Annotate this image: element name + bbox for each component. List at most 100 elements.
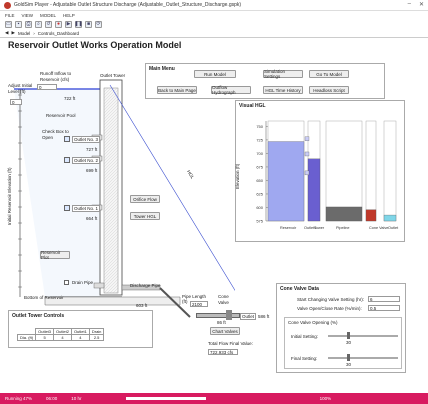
orifice-flow-button[interactable]: Orifice Flow [130,195,160,203]
initial-slider-thumb[interactable] [347,332,350,339]
play-icon[interactable]: ▶ [65,20,72,28]
headloss-script-button[interactable]: Headloss Script [309,86,349,94]
cone-valve-label: Cone Valve [218,294,229,305]
dia-cell-outlet3[interactable]: 5 [35,334,55,341]
outlet-tower-label: Outlet Tower [100,73,126,78]
toolbar: ▭ ▪ ⎙ ⌕ ↺ ● ▶ ❚❚ ■ ⟳ [0,19,428,29]
chart-valves-button[interactable]: Chart Valves [210,327,240,335]
hgl-bar [267,141,305,222]
cone-valve-title: Cone Valve Data [280,286,319,292]
bottom-of-reservoir-label: Bottom of Reservoir [24,295,64,300]
hgl-tick-label: 625 [256,191,263,196]
hgl-outlet-marker [304,151,310,157]
run-model-button[interactable]: Run Model [194,70,236,78]
hgl-tick-label: 600 [256,205,263,210]
progress-bar [125,397,206,400]
main-menu-title: Main Menu [149,66,175,72]
hgl-tick-label: 725 [256,137,263,142]
cone-valve-icon [226,310,232,320]
tower-controls-title: Outlet Tower Controls [12,313,65,319]
save-icon[interactable]: ▪ [15,20,22,28]
simulation-settings-button[interactable]: Simulation Settings [263,69,303,79]
forward-icon[interactable]: ▶ [11,30,14,36]
open-icon[interactable]: ▭ [5,20,12,28]
hgl-time-history-button[interactable]: HGL Time History [263,86,303,94]
reset-icon[interactable]: ↺ [45,20,52,28]
runoff-input[interactable]: 0 [37,84,57,90]
menu-model[interactable]: MODEL [40,13,56,18]
close-icon[interactable]: ✕ [419,1,424,8]
search-icon[interactable]: ⌕ [35,20,42,28]
go-to-model-button[interactable]: Go To Model [309,70,349,78]
initial-setting-value: 30 [346,340,352,345]
hgl-bar [383,214,397,222]
outlet3-elev: 727 ft [86,147,98,152]
menu-bar: FILE VIEW MODEL HELP [0,11,428,19]
outlet1-checkbox[interactable] [64,205,70,211]
tower-hgl-button[interactable]: Tower HGL [130,212,160,220]
back-icon[interactable]: ◀ [5,30,8,36]
dia-cell-outlet1[interactable]: 4 [70,334,90,341]
pause-icon[interactable]: ❚❚ [74,20,83,28]
initial-setting-slider[interactable] [328,335,398,337]
tower-fill [104,88,118,293]
adjust-level-label: Adjust Initial Level (ft) [8,83,33,94]
reservoir-pool-area [14,89,100,297]
visual-hgl-panel: Visual HGL Elevation (ft) 750 725 700 675 65… [235,100,405,242]
final-setting-slider[interactable] [328,357,398,359]
drain-pipe-checkbox[interactable] [64,280,69,285]
outflow-hydrograph-button[interactable]: Outflow Hydrograph [211,85,251,95]
hgl-chart: 750725700675650625600575Reservoir Outlets… [256,120,399,230]
zoom-level: 100% [319,396,332,401]
initial-level-input[interactable]: 0 [10,99,22,105]
hgl-column-frame [325,120,363,222]
breadcrumb-dashboard[interactable]: Controls_Dashboard [38,31,79,36]
main-menu-panel: Main Menu Run Model Simulation Settings … [145,63,385,99]
table-header: Outlet3 [35,328,55,335]
valve-opening-title: Cone Valve Opening (%) [288,320,338,325]
final-slider-thumb[interactable] [347,354,350,361]
menu-help[interactable]: HELP [63,13,75,18]
breadcrumb-model[interactable]: Model [18,31,30,36]
valve-rate-label: Valve Open/Close Rate (%/min): [297,306,362,311]
hgl-category-label: Reservoir [280,226,297,230]
step-icon[interactable]: ⟳ [95,20,102,28]
outlet2-label: Outlet No. 2 [72,157,101,164]
hgl-category-label: Pipeline [336,226,350,230]
level-readout: 722 ft [64,96,76,101]
app-logo-icon [4,1,11,9]
total-flow-value: 722.933 cfs [208,349,238,355]
outlet3-label: Outlet No. 3 [72,136,101,143]
drain-pipe-shape [93,282,105,289]
page-title: Reservoir Outlet Works Operation Model [8,40,182,50]
minimize-icon[interactable]: – [408,1,411,8]
outlet3-checkbox[interactable] [64,136,70,142]
hgl-tick-label: 675 [256,164,263,169]
print-icon[interactable]: ⎙ [25,20,32,28]
hgl-outlet-marker [304,136,310,141]
outlet-tower-controls-panel: Outlet Tower Controls Outlet3 Outlet2 Ou… [8,310,153,348]
pipe-length-input[interactable]: 2100 [190,301,208,307]
back-to-main-button[interactable]: Back to Main Page [157,86,197,94]
dia-cell-drain[interactable]: 2.5 [88,334,105,341]
drain-pipe-label: Drain Pipe [72,280,94,285]
window-title-bar: GoldSim Player - Adjustable Outlet Struc… [0,0,428,11]
start-valve-input[interactable]: 6 [368,296,400,302]
hgl-bar [325,206,363,222]
record-icon[interactable]: ● [55,20,62,28]
menu-file[interactable]: FILE [5,13,15,18]
hgl-tick-label: 700 [256,151,263,156]
stop-icon[interactable]: ■ [85,20,92,28]
reservoir-plot-button[interactable]: Reservoir Plot [40,250,70,260]
valve-rate-input[interactable]: 0.5 [368,305,400,311]
menu-view[interactable]: VIEW [22,13,34,18]
discharge-pipe-label: Discharge Pipe [130,283,161,288]
hgl-tick-label: 650 [256,178,263,183]
outlet-label: Outlet [240,313,257,320]
outlet-elev: 586 ft [258,314,270,319]
status-bar: Running 47% 06:00 10 hr 100% [0,393,428,404]
hgl-column-frame [383,120,397,222]
final-setting-label: Final Setting: [291,356,318,361]
outlet2-checkbox[interactable] [64,157,70,163]
dia-cell-outlet2[interactable]: 4 [53,334,72,341]
